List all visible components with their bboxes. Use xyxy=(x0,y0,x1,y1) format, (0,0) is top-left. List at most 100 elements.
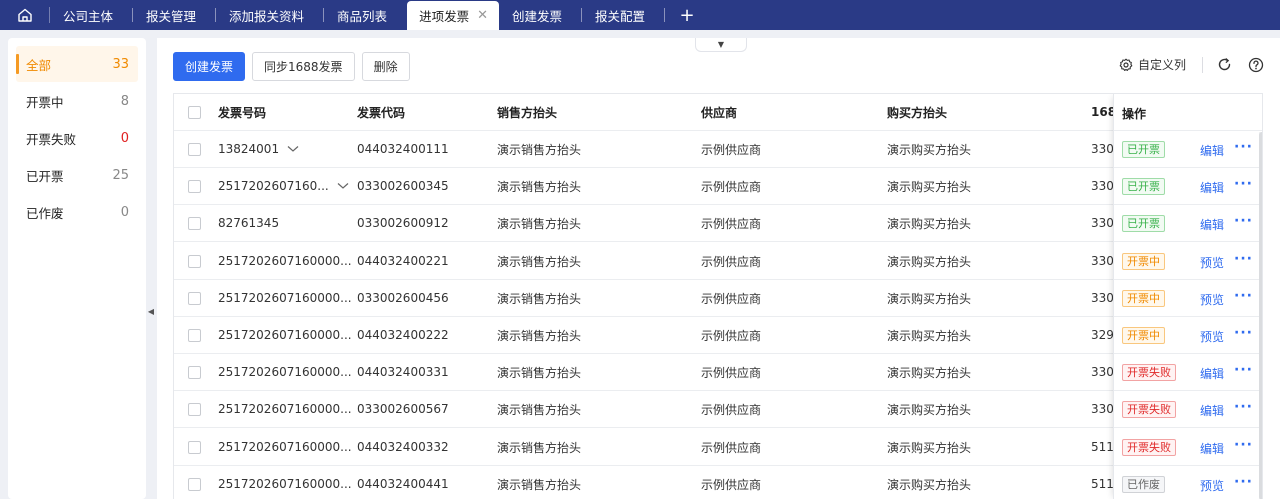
cell-1688: 3307 xyxy=(1091,216,1113,230)
tab-label: 报关管理 xyxy=(146,8,197,24)
operations-cell: 已开票 编辑 ··· xyxy=(1114,205,1262,242)
tab-label: 报关配置 xyxy=(595,8,646,24)
invoice-no-text: 2517202607160000... xyxy=(218,254,352,268)
custom-columns-button[interactable]: 自定义列 xyxy=(1119,56,1186,73)
cell-invoice-code: 033002600345 xyxy=(357,179,449,193)
table-row[interactable]: 2517202607160000... 033002600456 演示销售方抬头 示例… xyxy=(174,280,1262,317)
table-row[interactable]: 2517202607160000... 033002600567 演示销售方抬头 示例… xyxy=(174,391,1262,428)
cell-supplier: 示例供应商 xyxy=(701,291,762,306)
row-checkbox[interactable] xyxy=(188,366,201,379)
delete-button[interactable]: 删除 xyxy=(361,52,410,81)
row-checkbox[interactable] xyxy=(188,441,201,454)
row-action-link[interactable]: 编辑 xyxy=(1200,365,1224,382)
collapse-search-toggle[interactable]: ▼ xyxy=(695,38,747,52)
row-checkbox[interactable] xyxy=(188,180,201,193)
invoice-no-text: 2517202607160000... xyxy=(218,291,352,305)
more-icon[interactable]: ··· xyxy=(1234,213,1253,229)
tab-3[interactable]: 商品列表 xyxy=(324,0,407,30)
row-checkbox[interactable] xyxy=(188,329,201,342)
cell-buyer: 演示购买方抬头 xyxy=(887,142,972,157)
sidebar-item-1[interactable]: 开票中 8 xyxy=(16,83,138,119)
more-icon[interactable]: ··· xyxy=(1234,288,1253,304)
more-icon[interactable]: ··· xyxy=(1234,139,1253,155)
more-icon[interactable]: ··· xyxy=(1234,325,1253,341)
row-checkbox[interactable] xyxy=(188,143,201,156)
invoice-no-text: 2517202607160000... xyxy=(218,365,352,379)
scrollbar-thumb[interactable] xyxy=(1259,132,1262,499)
cell-1688: 3307 xyxy=(1091,254,1113,268)
row-checkbox[interactable] xyxy=(188,478,201,491)
more-icon[interactable]: ··· xyxy=(1234,437,1253,453)
header-seller: 销售方抬头 xyxy=(497,105,558,120)
chevron-down-icon[interactable] xyxy=(337,182,349,190)
tab-4[interactable]: 进项发票 ✕ xyxy=(407,1,499,30)
status-badge: 开票失败 xyxy=(1122,401,1176,418)
row-action-link[interactable]: 预览 xyxy=(1200,254,1224,271)
more-icon[interactable]: ··· xyxy=(1234,474,1253,490)
cell-1688: 3308 xyxy=(1091,291,1113,305)
table-row[interactable]: 2517202607160000... 044032400441 演示销售方抬头 示例… xyxy=(174,466,1262,499)
sidebar-item-3[interactable]: 已开票 25 xyxy=(16,157,138,193)
tab-2[interactable]: 添加报关资料 xyxy=(216,0,325,30)
status-badge: 已开票 xyxy=(1122,178,1165,195)
row-action-link[interactable]: 编辑 xyxy=(1200,179,1224,196)
sync-1688-button[interactable]: 同步1688发票 xyxy=(252,52,355,81)
operations-cell: 开票失败 编辑 ··· xyxy=(1114,391,1262,428)
cell-seller: 演示销售方抬头 xyxy=(497,291,582,306)
row-checkbox[interactable] xyxy=(188,255,201,268)
row-action-link[interactable]: 编辑 xyxy=(1200,440,1224,457)
tab-0[interactable]: 公司主体 xyxy=(50,0,134,30)
chevron-down-icon[interactable] xyxy=(287,145,299,153)
home-button[interactable] xyxy=(0,7,50,23)
more-icon[interactable]: ··· xyxy=(1234,362,1253,378)
operations-cell: 开票失败 编辑 ··· xyxy=(1114,429,1262,466)
sidebar-item-2[interactable]: 开票失败 0 xyxy=(16,120,138,156)
create-invoice-button[interactable]: 创建发票 xyxy=(173,52,246,81)
row-action-link[interactable]: 编辑 xyxy=(1200,402,1224,419)
header-ops-label: 操作 xyxy=(1122,107,1147,121)
sidebar-item-label: 已开票 xyxy=(26,168,64,184)
sidebar-item-4[interactable]: 已作废 0 xyxy=(16,194,138,230)
table-row[interactable]: 2517202607160... 033002600345 演示销售方抬头 示例供应商… xyxy=(174,168,1262,205)
more-icon[interactable]: ··· xyxy=(1234,399,1253,415)
cell-seller: 演示销售方抬头 xyxy=(497,402,582,417)
tab-5[interactable]: 创建发票 xyxy=(499,0,582,30)
invoice-no-text: 2517202607160000... xyxy=(218,440,352,454)
toolbar-divider xyxy=(1202,56,1203,73)
table-row[interactable]: 2517202607160000... 044032400332 演示销售方抬头 示例… xyxy=(174,429,1262,466)
select-all-checkbox[interactable] xyxy=(188,106,201,119)
more-icon[interactable]: ··· xyxy=(1234,251,1253,267)
status-badge: 开票失败 xyxy=(1122,364,1176,381)
table-row[interactable]: 82761345 033002600912 演示销售方抬头 示例供应商 演示购买方抬头 3… xyxy=(174,205,1262,242)
table-row[interactable]: 2517202607160000... 044032400221 演示销售方抬头 示例… xyxy=(174,243,1262,280)
close-icon[interactable]: ✕ xyxy=(477,8,488,23)
add-tab-button[interactable]: + xyxy=(665,0,709,30)
row-action-link[interactable]: 预览 xyxy=(1200,477,1224,494)
sidebar-item-count: 8 xyxy=(120,93,129,109)
tab-1[interactable]: 报关管理 xyxy=(133,0,217,30)
tab-bar: 公司主体 报关管理 添加报关资料 商品列表 进项发票 ✕ 创建发票 报关配置 + xyxy=(0,0,1280,30)
row-action-link[interactable]: 预览 xyxy=(1200,328,1224,345)
row-checkbox[interactable] xyxy=(188,292,201,305)
help-icon xyxy=(1248,57,1264,72)
row-action-link[interactable]: 编辑 xyxy=(1200,216,1224,233)
sidebar-item-0[interactable]: 全部 33 xyxy=(16,46,138,82)
vertical-scrollbar[interactable] xyxy=(1259,132,1262,499)
main-panel: ▼ 创建发票 同步1688发票 删除 自定义列 发票号码 发票代码 销售方抬头 … xyxy=(157,38,1280,499)
refresh-button[interactable] xyxy=(1217,57,1232,72)
sidebar-collapse-handle[interactable]: ◀ xyxy=(146,286,156,336)
table-row[interactable]: 13824001 044032400111 演示销售方抬头 示例供应商 演示购买方抬头 3… xyxy=(174,131,1262,168)
row-action-link[interactable]: 预览 xyxy=(1200,291,1224,308)
table-row[interactable]: 2517202607160000... 044032400331 演示销售方抬头 示例… xyxy=(174,354,1262,391)
header-buyer: 购买方抬头 xyxy=(887,105,948,120)
table-row[interactable]: 2517202607160000... 044032400222 演示销售方抬头 示例… xyxy=(174,317,1262,354)
row-checkbox[interactable] xyxy=(188,217,201,230)
more-icon[interactable]: ··· xyxy=(1234,176,1253,192)
tab-6[interactable]: 报关配置 xyxy=(582,0,666,30)
row-action-link[interactable]: 编辑 xyxy=(1200,142,1224,159)
help-button[interactable] xyxy=(1248,57,1264,73)
row-checkbox[interactable] xyxy=(188,403,201,416)
invoice-no-text: 13824001 xyxy=(218,142,280,156)
status-badge: 开票中 xyxy=(1122,253,1165,270)
sidebar-item-count: 0 xyxy=(120,204,129,220)
